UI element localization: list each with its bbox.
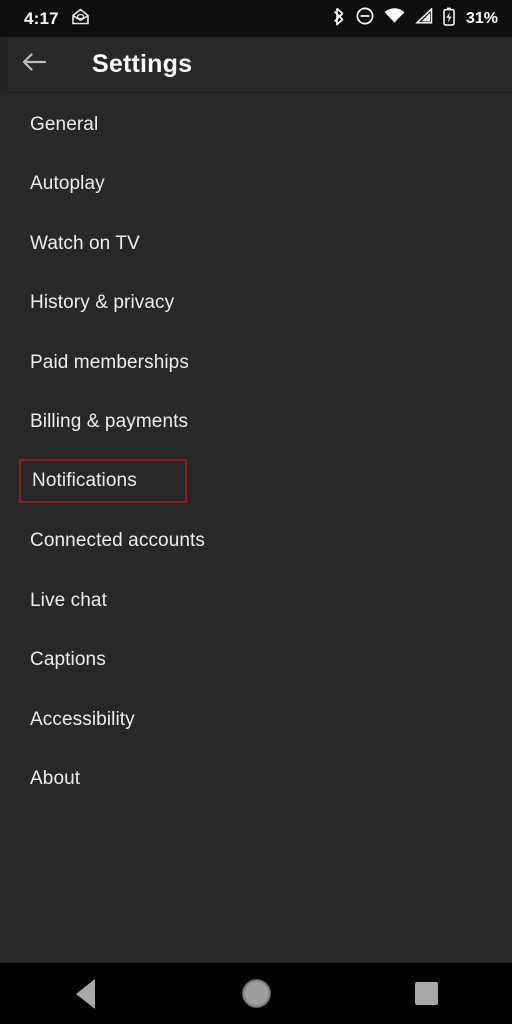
triangle-back-icon [75,978,95,1009]
settings-item-label: Captions [30,649,106,671]
mail-icon [71,7,90,30]
settings-item-label: Accessibility [30,708,135,730]
status-bar: 4:17 31% [0,0,512,37]
nav-back-button[interactable] [0,963,171,1024]
square-recents-icon [415,982,439,1005]
settings-item-live-chat[interactable]: Live chat [0,571,512,631]
settings-item-general[interactable]: General [0,95,512,155]
app-bar: Settings [0,37,512,92]
settings-item-paid-memberships[interactable]: Paid memberships [0,333,512,393]
status-bar-right-group: 31% [333,7,498,31]
cellular-signal-icon [415,7,433,29]
settings-item-label: Watch on TV [30,232,140,254]
settings-item-label: General [30,113,99,135]
settings-item-label: Autoplay [30,173,105,195]
settings-item-billing-and-payments[interactable]: Billing & payments [0,393,512,453]
settings-item-connected-accounts[interactable]: Connected accounts [0,512,512,572]
settings-item-label: Paid memberships [30,351,189,373]
circle-home-icon [242,980,270,1007]
wifi-icon [384,8,405,29]
settings-item-label: About [30,768,81,790]
settings-item-autoplay[interactable]: Autoplay [0,155,512,215]
nav-recents-button[interactable] [341,963,512,1024]
settings-list: General Autoplay Watch on TV History & p… [0,95,512,963]
page-title: Settings [92,50,193,78]
android-navigation-bar [0,963,512,1024]
back-button[interactable] [6,37,62,92]
status-bar-clock: 4:17 [24,9,59,28]
settings-item-watch-on-tv[interactable]: Watch on TV [0,214,512,274]
settings-item-label: Connected accounts [30,530,206,552]
do-not-disturb-icon [356,7,374,30]
status-bar-left-group: 4:17 [24,7,90,30]
settings-item-accessibility[interactable]: Accessibility [0,690,512,750]
settings-item-label: History & privacy [30,292,175,314]
battery-charging-icon [443,7,455,31]
arrow-left-icon [21,51,47,78]
bluetooth-icon [333,7,346,31]
battery-percentage: 31% [465,9,498,27]
settings-item-captions[interactable]: Captions [0,631,512,691]
app-bar-divider [0,92,512,93]
settings-item-notifications[interactable]: Notifications [19,459,187,503]
settings-item-history-and-privacy[interactable]: History & privacy [0,274,512,334]
settings-item-label: Billing & payments [30,411,189,433]
settings-item-label: Live chat [30,589,107,611]
settings-item-about[interactable]: About [0,750,512,810]
phone-screen: 4:17 31% Settings General Autoplay Watch… [0,0,512,1024]
settings-item-label: Notifications [32,470,137,491]
nav-home-button[interactable] [171,963,342,1024]
